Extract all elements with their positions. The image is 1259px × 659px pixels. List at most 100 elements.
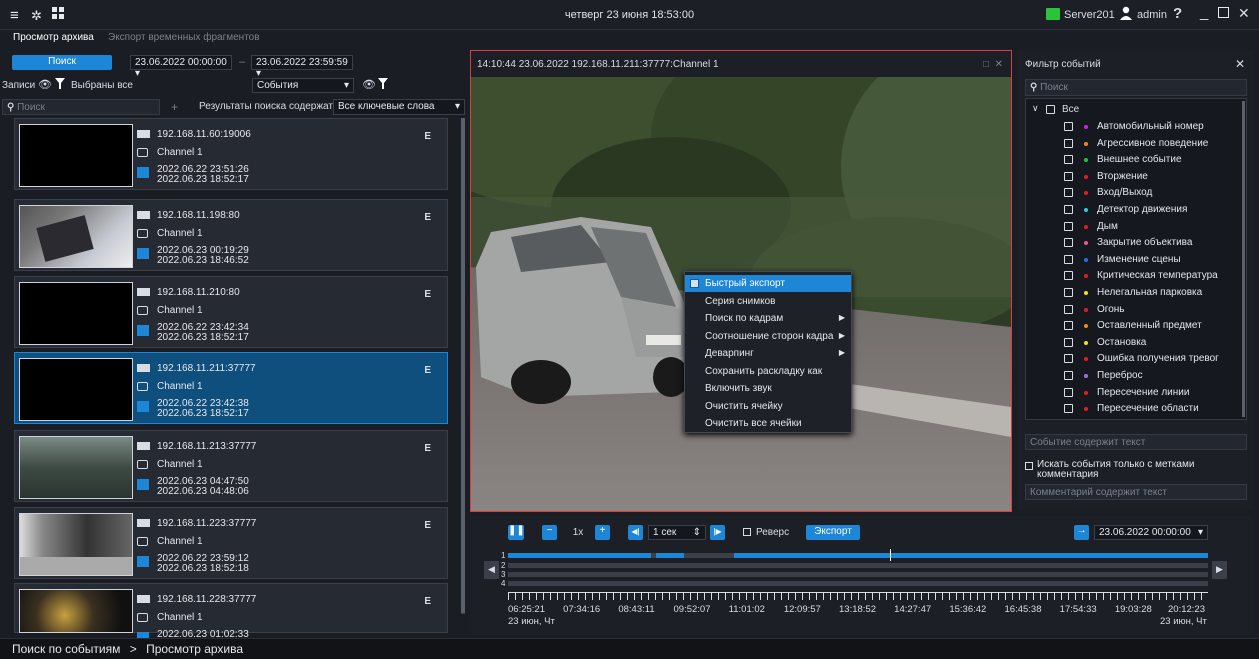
maximize-icon[interactable] <box>1218 7 1229 18</box>
speed-up-button[interactable]: + <box>595 525 610 540</box>
chevron-left-icon: ◀ <box>488 564 495 574</box>
event-color-dot <box>1084 407 1088 412</box>
event-type-checkbox[interactable] <box>1064 321 1073 331</box>
step-back-button[interactable]: ◀| <box>628 525 643 540</box>
date-to-picker[interactable]: 23.06.2022 23:59:59 ▾ <box>251 55 353 79</box>
date-right: 23 июн, Чт <box>1160 616 1207 627</box>
add-icon[interactable]: + <box>171 100 178 114</box>
plus-icon: + <box>599 525 606 536</box>
goto-date-picker[interactable]: 23.06.2022 00:00:00 ▾ <box>1094 525 1208 540</box>
event-type-checkbox[interactable] <box>1064 387 1073 397</box>
event-type-checkbox[interactable] <box>1064 304 1073 314</box>
keywords-select[interactable]: Все ключевые слова ▾ <box>333 99 465 115</box>
eye-icon[interactable]: 👁 <box>38 78 52 91</box>
cell-close-icon[interactable]: ✕ <box>995 59 1003 70</box>
timeline-right-button[interactable]: ▶ <box>1212 561 1227 579</box>
menu-item[interactable]: Деварпинг ▶ <box>685 345 851 362</box>
menu-item[interactable]: Сохранить раскладку как <box>685 363 851 380</box>
server-name[interactable]: Server201 <box>1064 9 1115 21</box>
record-search-input[interactable]: ⚲ Поиск <box>2 99 160 115</box>
tab-export[interactable]: Экспорт временных фрагментов <box>108 32 260 43</box>
records-scroll-thumb[interactable] <box>461 118 465 613</box>
filter-icon[interactable] <box>55 78 65 92</box>
search-button[interactable]: Поиск <box>12 55 112 70</box>
chevron-down-icon[interactable]: ∨ <box>1032 103 1039 114</box>
event-type-checkbox[interactable] <box>1064 221 1073 231</box>
film-icon <box>137 325 149 336</box>
menu-item[interactable]: Соотношение сторон кадра ▶ <box>685 328 851 345</box>
record-thumbnail <box>19 513 133 576</box>
go-to-date-button[interactable]: → <box>1074 525 1089 540</box>
menu-item[interactable]: Поиск по кадрам ▶ <box>685 310 851 327</box>
record-card[interactable]: 192.168.11.228:37777 E Channel 1 2022.06.23… <box>14 583 448 643</box>
record-badge: E <box>424 520 431 531</box>
event-type-checkbox[interactable] <box>1064 155 1073 165</box>
menu-item-label: Быстрый экспорт <box>705 278 785 289</box>
all-checkbox[interactable] <box>1046 105 1055 114</box>
comments-only-checkbox[interactable] <box>1025 462 1033 470</box>
event-type-checkbox[interactable] <box>1064 122 1073 131</box>
record-badge: E <box>424 131 431 142</box>
event-type-checkbox[interactable] <box>1064 337 1073 347</box>
event-type-checkbox[interactable] <box>1064 288 1073 297</box>
event-type-checkbox[interactable] <box>1064 254 1073 264</box>
event-type-checkbox[interactable] <box>1064 188 1073 198</box>
breadcrumb-events[interactable]: Поиск по событиям <box>12 642 120 656</box>
date-from-picker[interactable]: 23.06.2022 00:00:00 ▾ <box>130 55 232 79</box>
event-type-checkbox[interactable] <box>1064 404 1073 414</box>
timeline-time-label: 15:36:42 <box>949 604 987 615</box>
step-forward-button[interactable]: |▶ <box>710 525 725 540</box>
export-button[interactable]: Экспорт <box>806 525 860 540</box>
record-card[interactable]: 192.168.11.213:37777 E Channel 1 2022.06.23… <box>14 430 448 502</box>
event-type-checkbox[interactable] <box>1064 271 1073 281</box>
timeline-ruler[interactable] <box>508 592 1208 600</box>
filter-close-icon[interactable]: ✕ <box>1235 57 1245 71</box>
events-select[interactable]: События ▾ <box>252 78 354 93</box>
events-eye-icon[interactable]: 👁 <box>362 78 376 91</box>
event-type-checkbox[interactable] <box>1064 238 1073 248</box>
event-type-checkbox[interactable] <box>1064 138 1073 148</box>
comment-text-input[interactable]: Комментарий содержит текст <box>1025 484 1247 500</box>
help-icon[interactable]: ? <box>1173 5 1182 22</box>
menu-item[interactable]: Включить звук <box>685 380 851 397</box>
menu-item[interactable]: Быстрый экспорт <box>685 275 851 292</box>
timeline-cursor[interactable] <box>890 549 891 561</box>
menu-item[interactable]: Очистить все ячейки <box>685 415 851 432</box>
track-1-segment[interactable] <box>734 553 1208 558</box>
breadcrumb-archive[interactable]: Просмотр архива <box>146 642 243 656</box>
tab-archive[interactable]: Просмотр архива <box>13 32 94 43</box>
minimize-icon[interactable]: _ <box>1200 4 1208 21</box>
track-3[interactable] <box>508 572 1208 577</box>
menu-item-label: Соотношение сторон кадра <box>705 330 834 342</box>
record-card[interactable]: 192.168.11.210:80 E Channel 1 2022.06.22 23… <box>14 276 448 348</box>
stepper-icon: ⇕ <box>692 527 701 538</box>
record-card[interactable]: 192.168.11.223:37777 E Channel 1 2022.06.22… <box>14 507 448 579</box>
events-filter-icon[interactable] <box>378 78 388 92</box>
event-type-checkbox[interactable] <box>1064 205 1073 214</box>
event-type-checkbox[interactable] <box>1064 171 1073 181</box>
cell-maximize-icon[interactable]: □ <box>983 59 989 70</box>
track-4[interactable] <box>508 581 1208 586</box>
filter-scrollbar[interactable] <box>1242 101 1245 417</box>
reverse-checkbox[interactable] <box>743 528 751 536</box>
speed-down-button[interactable]: − <box>542 525 557 540</box>
event-type-checkbox[interactable] <box>1064 371 1073 380</box>
record-card[interactable]: 192.168.11.60:19006 E Channel 1 2022.06.22 … <box>14 118 448 190</box>
timeline-left-button[interactable]: ◀ <box>484 561 499 579</box>
track-1-segment[interactable] <box>508 553 651 558</box>
close-icon[interactable]: ✕ <box>1238 5 1250 22</box>
menu-item[interactable]: Очистить ячейку <box>685 398 851 415</box>
timeline-time-label: 07:34:16 <box>563 604 601 615</box>
track-1-segment[interactable] <box>656 553 684 558</box>
record-card[interactable]: 192.168.11.198:80 E Channel 1 2022.06.23 00… <box>14 199 448 271</box>
filter-search-input[interactable]: ⚲ Поиск <box>1025 79 1247 96</box>
track-2[interactable] <box>508 563 1208 568</box>
event-text-input[interactable]: Событие содержит текст <box>1025 434 1247 450</box>
event-type-checkbox[interactable] <box>1064 354 1073 364</box>
pause-button[interactable]: ❚❚ <box>508 525 525 540</box>
step-select[interactable]: 1 сек ⇕ <box>648 525 706 540</box>
record-card[interactable]: 192.168.11.211:37777 E Channel 1 2022.06.22… <box>14 352 448 424</box>
timeline-time-label: 09:52:07 <box>673 604 711 615</box>
user-name[interactable]: admin <box>1137 9 1167 21</box>
menu-item[interactable]: Серия снимков <box>685 293 851 310</box>
